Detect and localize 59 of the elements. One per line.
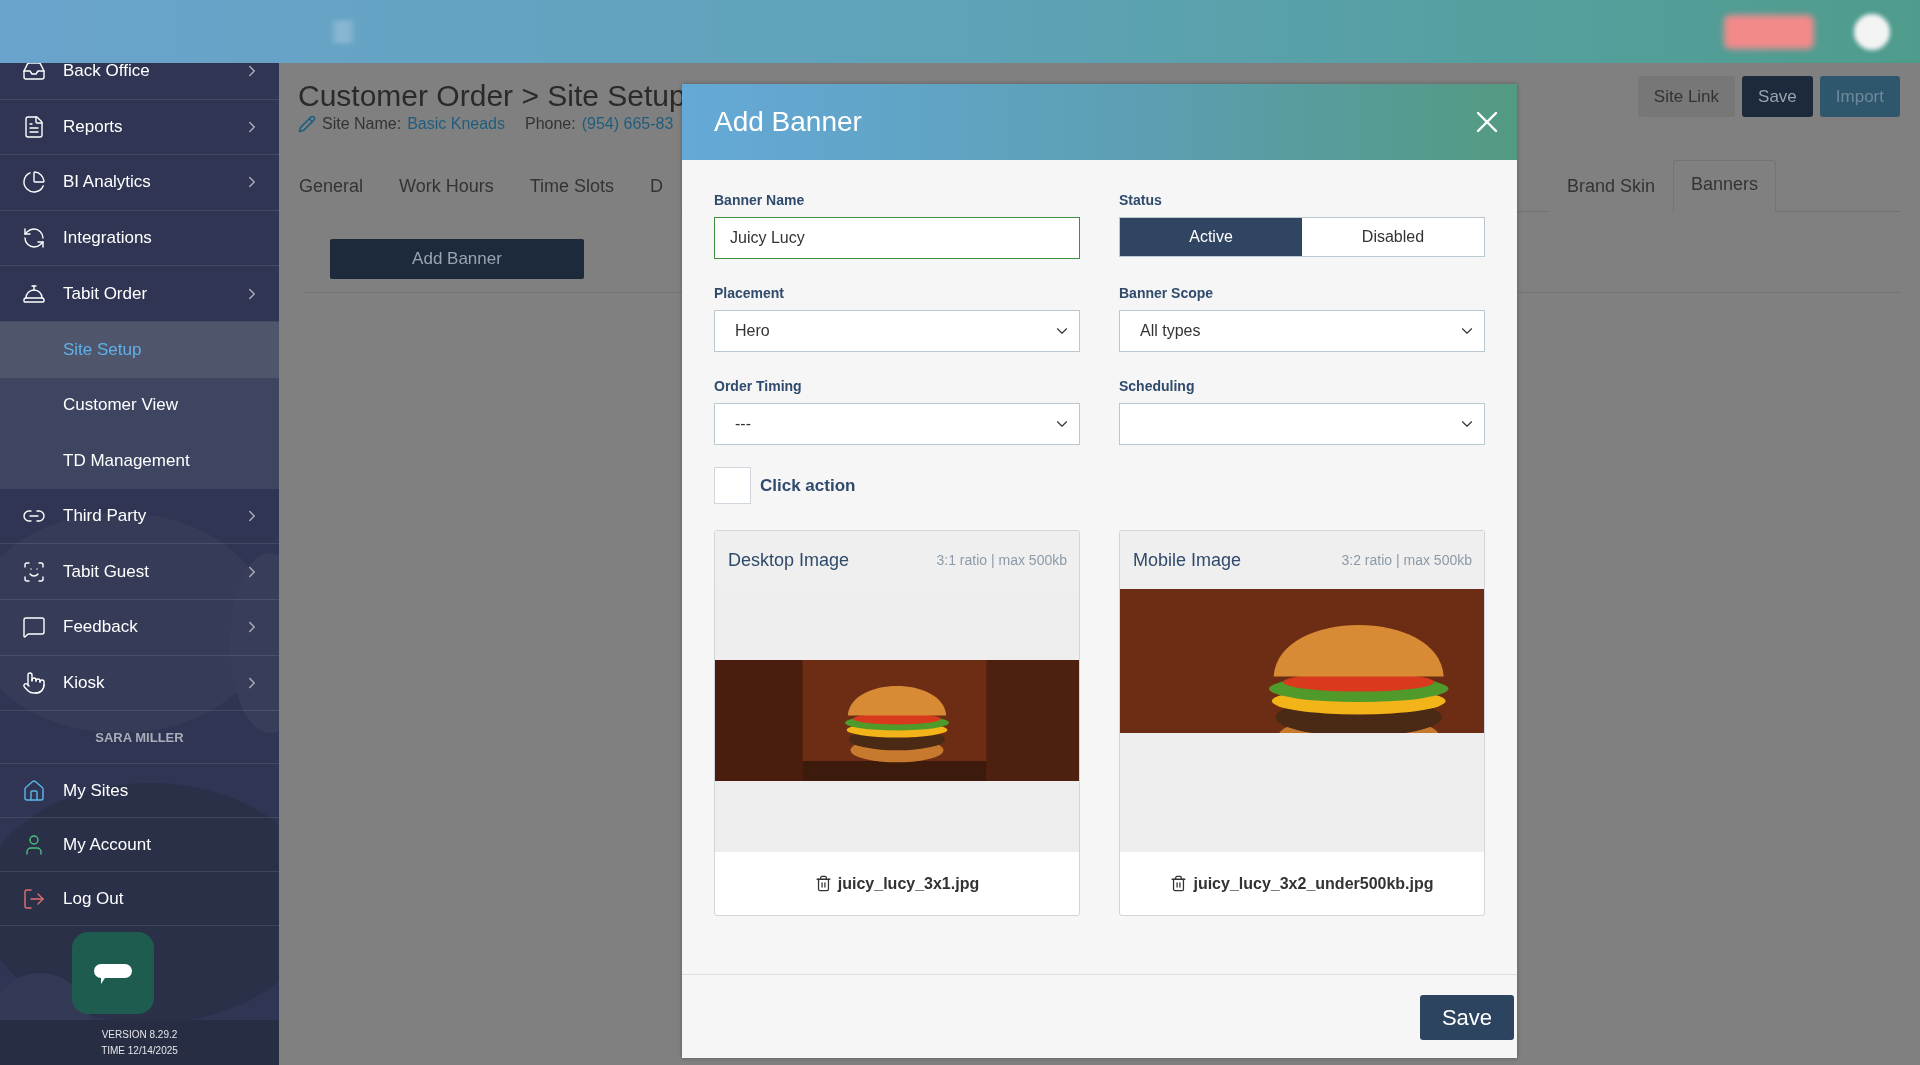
sidebar-item[interactable]: Tabit Order bbox=[0, 266, 279, 322]
refresh-icon bbox=[22, 226, 46, 251]
toggle-option[interactable]: Disabled bbox=[1302, 218, 1484, 256]
input-field[interactable]: Juicy Lucy bbox=[714, 217, 1080, 259]
sidebar-item[interactable]: Integrations bbox=[0, 210, 279, 267]
save-button[interactable]: Save bbox=[1420, 995, 1514, 1040]
card-hint: 3:2 ratio | max 500kb bbox=[1341, 552, 1472, 568]
user-name: SARA MILLER bbox=[0, 711, 279, 765]
modal-title: Add Banner bbox=[714, 106, 862, 138]
sidebar-subitem[interactable]: Customer View bbox=[0, 377, 279, 434]
field-label: Banner Name bbox=[714, 192, 806, 209]
pointer-icon bbox=[22, 670, 46, 695]
field-label: Placement bbox=[714, 285, 786, 302]
phone-label: Phone: bbox=[525, 115, 576, 133]
scan-icon bbox=[22, 559, 46, 584]
sidebar-item[interactable]: Log Out bbox=[0, 872, 279, 927]
page-title: Customer Order > Site Setup bbox=[298, 79, 687, 113]
chat-button[interactable] bbox=[71, 932, 154, 1015]
version-text: VERSION 8.29.2 bbox=[101, 1027, 178, 1042]
trash-icon[interactable] bbox=[1170, 875, 1188, 892]
pencil-icon[interactable] bbox=[298, 115, 316, 133]
sidebar-item[interactable]: Reports bbox=[0, 99, 279, 156]
message-icon bbox=[22, 615, 46, 640]
sidebar-subitem[interactable]: TD Management bbox=[0, 433, 279, 489]
sidebar-item[interactable]: My Sites bbox=[0, 764, 279, 819]
sidebar-item[interactable]: Tabit Guest bbox=[0, 544, 279, 600]
field-label: Order Timing bbox=[714, 378, 803, 395]
pie-chart-icon bbox=[22, 170, 46, 195]
time-text: TIME 12/14/2025 bbox=[101, 1043, 178, 1058]
file-name: juicy_lucy_3x1.jpg bbox=[814, 874, 980, 893]
checkbox-label: Click action bbox=[760, 475, 856, 496]
speech-bubble-icon bbox=[92, 962, 133, 985]
field-label: Banner Scope bbox=[1119, 285, 1215, 302]
select-field[interactable] bbox=[1119, 403, 1485, 445]
sidebar-item[interactable]: Third Party bbox=[0, 488, 279, 545]
card-hint: 3:1 ratio | max 500kb bbox=[936, 552, 1067, 568]
action-button[interactable]: Save bbox=[1742, 76, 1813, 117]
sidebar-item[interactable]: Kiosk bbox=[0, 655, 279, 712]
select-field[interactable]: --- bbox=[714, 403, 1080, 445]
trash-icon[interactable] bbox=[814, 875, 832, 892]
sidebar-item[interactable]: Feedback bbox=[0, 599, 279, 656]
site-name-label: Site Name: bbox=[322, 115, 402, 133]
sidebar-item[interactable]: BI Analytics bbox=[0, 155, 279, 211]
avatar-icon[interactable] bbox=[1854, 13, 1890, 50]
card-title: Desktop Image bbox=[728, 549, 850, 571]
select-field[interactable]: Hero bbox=[714, 310, 1080, 352]
sidebar-item[interactable]: Back Office bbox=[0, 63, 279, 100]
home-icon bbox=[22, 778, 46, 803]
file-name: juicy_lucy_3x2_under500kb.jpg bbox=[1170, 874, 1434, 893]
document-icon bbox=[22, 114, 46, 139]
card-title: Mobile Image bbox=[1133, 549, 1242, 571]
logout-icon bbox=[22, 886, 46, 911]
checkbox[interactable] bbox=[714, 467, 751, 504]
toggle-option[interactable]: Active bbox=[1120, 218, 1302, 256]
select-field[interactable]: All types bbox=[1119, 310, 1485, 352]
field-label: Scheduling bbox=[1119, 378, 1196, 395]
sidebar-item[interactable]: My Account bbox=[0, 818, 279, 873]
add-banner-button[interactable]: Add Banner bbox=[330, 239, 584, 279]
field-label: Status bbox=[1119, 192, 1163, 209]
